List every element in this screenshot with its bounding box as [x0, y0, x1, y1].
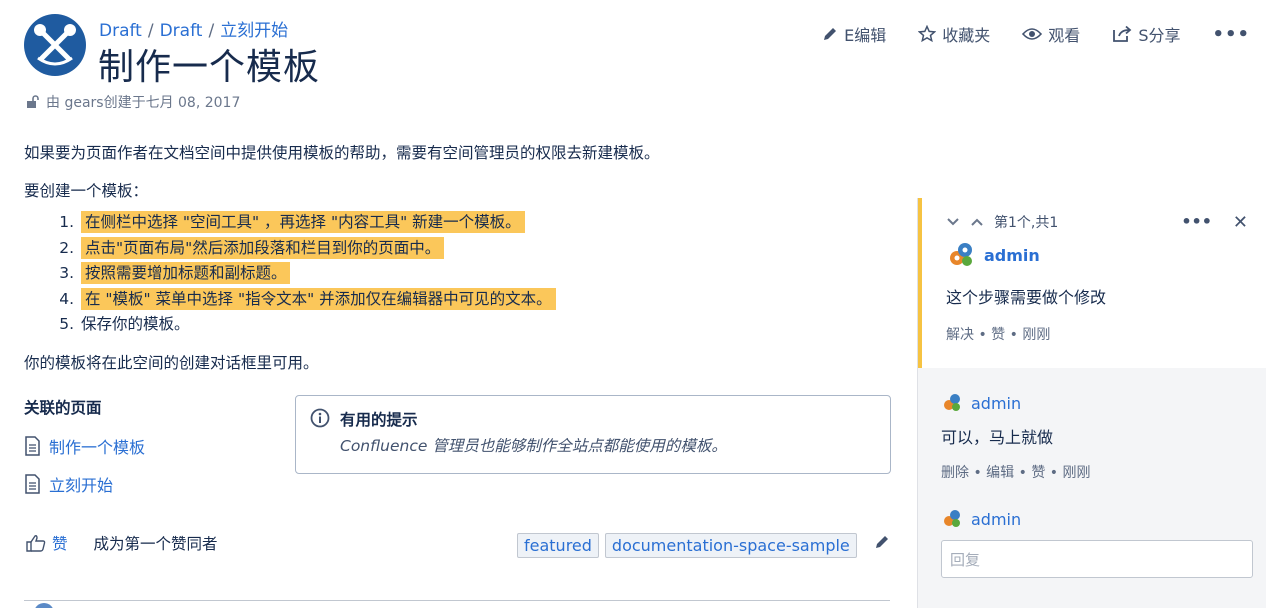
- related-link[interactable]: 制作一个模板: [24, 434, 145, 458]
- new-reply: admin 回复: [918, 508, 1266, 578]
- new-reply-author: admin: [941, 508, 1266, 530]
- unlock-icon[interactable]: [26, 95, 40, 109]
- close-icon[interactable]: ✕: [1233, 212, 1248, 233]
- list-item: 1. 在侧栏中选择 "空间工具" ，再选择 "内容工具" 新建一个模板。: [54, 210, 904, 236]
- related-heading: 关联的页面: [24, 399, 102, 417]
- like-label: 赞: [52, 535, 68, 553]
- star-icon: [918, 25, 937, 43]
- page-labels: featured documentation-space-sample: [517, 533, 857, 558]
- share-icon: [1113, 25, 1132, 42]
- reply-input[interactable]: 回复: [941, 540, 1253, 578]
- list-item: 2. 点击"页面布局"然后添加段落和栏目到你的页面中。: [54, 236, 904, 262]
- favorite-label: 收藏夹: [942, 26, 991, 45]
- outro-paragraph: 你的模板将在此空间的创建对话框里可用。: [24, 353, 319, 372]
- thumbs-up-icon: [26, 535, 46, 552]
- comment-counter: 第1个,共1: [994, 215, 1059, 231]
- watch-label: 观看: [1048, 26, 1081, 45]
- comment-author[interactable]: admin: [946, 240, 1250, 270]
- reply-author[interactable]: admin: [941, 392, 1266, 414]
- edit-button[interactable]: E编辑: [822, 22, 886, 46]
- chevron-down-icon[interactable]: [946, 217, 960, 227]
- related-pages: 关联的页面 制作一个模板 立刻开始: [24, 396, 145, 510]
- like-button[interactable]: 赞: [26, 532, 68, 554]
- reply-actions[interactable]: 删除 • 编辑 • 赞 • 刚刚: [941, 462, 1266, 482]
- more-actions-button[interactable]: •••: [1212, 24, 1250, 45]
- comment-section-edge: [24, 600, 890, 608]
- gear-avatar-icon: [944, 394, 960, 411]
- gear-avatar-icon: [950, 243, 972, 266]
- page-title: 制作一个模板: [98, 47, 321, 88]
- step-text[interactable]: 在 "模板" 菜单中选择 "指令文本" 并添加仅在编辑器中可见的文本。: [80, 287, 556, 310]
- step-number: 1.: [59, 213, 74, 231]
- eye-icon: [1022, 28, 1043, 40]
- step-text[interactable]: 点击"页面布局"然后添加段落和栏目到你的页面中。: [80, 236, 445, 259]
- step-text[interactable]: 按照需要增加标题和副标题。: [80, 262, 291, 284]
- reply-author-name: admin: [971, 393, 1022, 413]
- comment-author-name: admin: [984, 245, 1040, 265]
- tip-body: Confluence 管理员也能够制作全站点都能使用的模板。: [340, 437, 727, 455]
- chevron-up-icon[interactable]: [970, 217, 984, 227]
- new-reply-author-name: admin: [971, 509, 1022, 529]
- step-number: 4.: [59, 289, 74, 308]
- list-item: 5. 保存你的模板。: [54, 312, 904, 338]
- steps-list: 1. 在侧栏中选择 "空间工具" ，再选择 "内容工具" 新建一个模板。 2. …: [54, 210, 904, 338]
- like-bar: 赞 成为第一个赞同者: [26, 532, 218, 554]
- pencil-icon: [824, 28, 837, 40]
- share-label: S分享: [1138, 26, 1181, 45]
- inline-comments-panel: 第1个,共1 ••• ✕ admin 这个步骤需要做个修改 解决 • 赞 • 刚…: [917, 198, 1266, 608]
- watch-button[interactable]: 观看: [1022, 22, 1080, 46]
- pencil-icon: [876, 536, 888, 548]
- edit-label: E编辑: [844, 26, 887, 45]
- intro-paragraph: 如果要为页面作者在文档空间中提供使用模板的帮助，需要有空间管理员的权限去新建模板…: [24, 144, 660, 162]
- info-icon: [310, 408, 330, 428]
- reply-text: 可以，马上就做: [941, 428, 1054, 447]
- related-link-label: 制作一个模板: [49, 438, 146, 457]
- like-status-text: 成为第一个赞同者: [93, 535, 218, 553]
- share-button[interactable]: S分享: [1112, 22, 1180, 46]
- active-comment: 第1个,共1 ••• ✕ admin 这个步骤需要做个修改 解决 • 赞 • 刚…: [918, 198, 1266, 368]
- step-number: 2.: [59, 238, 74, 257]
- step-number: 5.: [59, 315, 74, 333]
- page-byline: 由 gears创建于七月 08, 2017: [26, 92, 240, 112]
- related-link-label: 立刻开始: [49, 476, 114, 495]
- document-icon: [25, 474, 40, 494]
- comment-text: 这个步骤需要做个修改: [946, 288, 1107, 307]
- step-number: 3.: [59, 264, 74, 282]
- label-tag[interactable]: documentation-space-sample: [604, 533, 857, 558]
- byline-text: 由 gears创建于七月 08, 2017: [46, 95, 241, 111]
- step-text: 保存你的模板。: [80, 315, 190, 333]
- related-link[interactable]: 立刻开始: [24, 472, 145, 496]
- page-content: 如果要为页面作者在文档空间中提供使用模板的帮助，需要有空间管理员的权限去新建模板…: [24, 142, 904, 390]
- comment-more-button[interactable]: •••: [1181, 212, 1212, 231]
- avatar-icon: [35, 603, 53, 608]
- list-item: 3. 按照需要增加标题和副标题。: [54, 261, 904, 287]
- confluence-tools-icon: [34, 24, 76, 66]
- page-toolbar: E编辑 收藏夹 观看 S分享 •••: [822, 22, 1250, 46]
- comment-actions[interactable]: 解决 • 赞 • 刚刚: [946, 324, 1250, 344]
- step-text[interactable]: 在侧栏中选择 "空间工具" ，再选择 "内容工具" 新建一个模板。: [80, 211, 525, 233]
- document-icon: [25, 436, 40, 456]
- tip-title: 有用的提示: [340, 411, 418, 429]
- more-icon: •••: [1212, 23, 1250, 45]
- list-item: 4. 在 "模板" 菜单中选择 "指令文本" 并添加仅在编辑器中可见的文本。: [54, 287, 904, 313]
- create-heading: 要创建一个模板：: [24, 182, 149, 200]
- favorite-button[interactable]: 收藏夹: [918, 22, 990, 46]
- tip-panel: 有用的提示 Confluence 管理员也能够制作全站点都能使用的模板。: [295, 395, 891, 474]
- gear-avatar-icon: [944, 510, 960, 527]
- space-logo[interactable]: [24, 14, 86, 76]
- label-tag[interactable]: featured: [517, 533, 599, 558]
- edit-labels-button[interactable]: [874, 534, 890, 554]
- comment-reply: admin 可以，马上就做 删除 • 编辑 • 赞 • 刚刚: [918, 392, 1266, 482]
